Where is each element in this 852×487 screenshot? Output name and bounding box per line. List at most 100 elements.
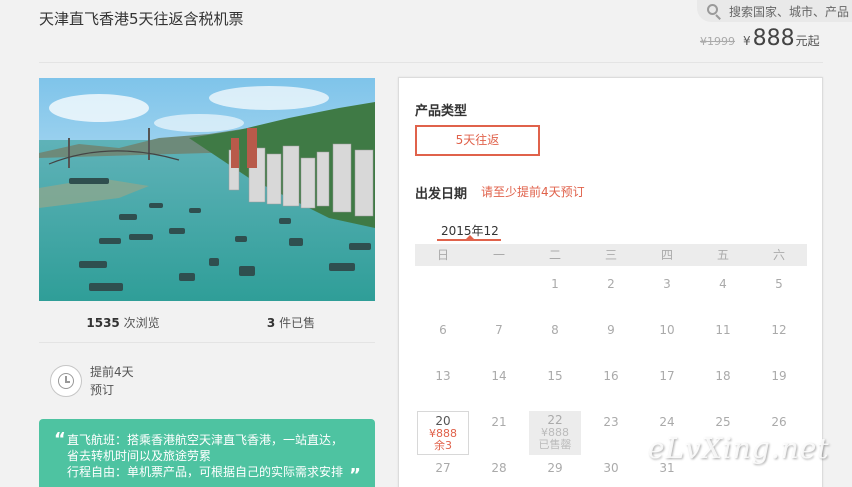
- product-photo: [39, 78, 375, 301]
- calendar-day[interactable]: 9: [585, 319, 637, 363]
- page-title: 天津直飞香港5天往返含税机票: [39, 10, 244, 28]
- day-remaining: 余3: [434, 439, 452, 452]
- weekday-label: 六: [772, 248, 785, 262]
- calendar-day-number: 4: [719, 277, 727, 291]
- calendar-day-number: 3: [663, 277, 671, 291]
- calendar-day-number: 14: [491, 369, 507, 383]
- calendar-day-number: 16: [603, 369, 619, 383]
- search-input[interactable]: 搜索国家、城市、产品: [729, 3, 849, 20]
- weekday-label: 一: [492, 248, 505, 262]
- calendar-day[interactable]: 12: [753, 319, 805, 363]
- calendar-day-number: 10: [659, 323, 675, 337]
- view-count: 1535 次浏览: [86, 316, 160, 330]
- feature-highlights: “ 直飞航班：搭乘香港航空天津直飞香港，一站直达， 省去转机时间以及旅途劳累 行…: [39, 419, 375, 487]
- original-price: ¥1999: [700, 35, 735, 48]
- calendar-day[interactable]: 19: [753, 365, 805, 409]
- calendar-day[interactable]: 4: [697, 273, 749, 317]
- calendar-day[interactable]: 11: [697, 319, 749, 363]
- calendar-day-soldout: 22 ¥888 已售罄: [529, 411, 581, 455]
- calendar-day[interactable]: 28: [473, 457, 525, 487]
- calendar-day-number: 23: [603, 415, 619, 429]
- feature-line: 行程自由：单机票产品，可根据自己的实际需求安排: [67, 465, 344, 479]
- calendar-day[interactable]: 27: [417, 457, 469, 487]
- product-type-label: 产品类型: [415, 104, 468, 119]
- calendar-day-number: 9: [607, 323, 615, 337]
- calendar-day-number: 26: [771, 415, 787, 429]
- feature-line: 直飞航班：搭乘香港航空天津直飞香港，一站直达，: [67, 433, 344, 447]
- advance-booking-text: 预订: [90, 383, 115, 397]
- departure-date-label: 出发日期: [415, 187, 468, 202]
- calendar-day[interactable]: 30: [585, 457, 637, 487]
- calendar-day-selected[interactable]: 20 ¥888 余3: [417, 411, 469, 455]
- calendar-day-number: 24: [659, 415, 675, 429]
- calendar-day-number: 28: [491, 461, 507, 475]
- calendar-day[interactable]: 6: [417, 319, 469, 363]
- month-caret-icon: [466, 235, 474, 239]
- calendar-weekday-header: 日 一 二 三 四 五 六: [415, 244, 807, 266]
- calendar-day[interactable]: 13: [417, 365, 469, 409]
- calendar-day-number: 6: [439, 323, 447, 337]
- current-price: 888: [752, 26, 795, 51]
- divider: [39, 62, 823, 63]
- stats-bar: 1535 次浏览 3 件已售: [39, 314, 375, 338]
- product-type-option[interactable]: 5天往返: [415, 125, 540, 156]
- open-quote: “: [54, 429, 66, 450]
- calendar-day[interactable]: 16: [585, 365, 637, 409]
- feature-line: 省去转机时间以及旅途劳累: [67, 449, 212, 463]
- calendar-day-number: 19: [771, 369, 787, 383]
- clock-icon: [50, 365, 82, 397]
- calendar-day[interactable]: 14: [473, 365, 525, 409]
- calendar-day-number: 20: [435, 414, 451, 428]
- calendar-day-number: 25: [715, 415, 731, 429]
- calendar-day-number: 22: [547, 413, 563, 427]
- advance-booking-info: 提前4天 预订: [50, 363, 134, 399]
- close-quote: ”: [349, 465, 361, 486]
- calendar-day-number: 15: [547, 369, 563, 383]
- calendar-day[interactable]: 10: [641, 319, 693, 363]
- currency-symbol: ¥: [743, 34, 751, 48]
- calendar-day-number: 11: [715, 323, 731, 337]
- calendar-day-number: 13: [435, 369, 451, 383]
- booking-hint: 请至少提前4天预订: [481, 185, 585, 199]
- search-box[interactable]: 搜索国家、城市、产品: [697, 0, 852, 22]
- calendar-day[interactable]: 1: [529, 273, 581, 317]
- calendar-day[interactable]: 21: [473, 411, 525, 455]
- weekday-label: 五: [716, 248, 729, 262]
- search-icon[interactable]: [707, 3, 722, 20]
- calendar-day-number: 21: [491, 415, 507, 429]
- calendar-day-number: 18: [715, 369, 731, 383]
- calendar-day-number: 2: [607, 277, 615, 291]
- price-suffix: 元起: [795, 34, 820, 48]
- month-tab-underline: [437, 239, 501, 241]
- calendar-day[interactable]: 7: [473, 319, 525, 363]
- calendar-day[interactable]: 18: [697, 365, 749, 409]
- calendar-day-number: 7: [495, 323, 503, 337]
- calendar-day[interactable]: 23: [585, 411, 637, 455]
- weekday-label: 日: [436, 248, 449, 262]
- booking-panel: 产品类型 5天往返 出发日期 请至少提前4天预订 2015年12 日 一 二 三…: [398, 77, 823, 487]
- weekday-label: 二: [548, 248, 561, 262]
- calendar-day[interactable]: 29: [529, 457, 581, 487]
- calendar-day-number: 1: [551, 277, 559, 291]
- price-block: ¥1999 ¥ 888 元起: [700, 26, 820, 51]
- calendar-day[interactable]: 17: [641, 365, 693, 409]
- calendar-day-number: 8: [551, 323, 559, 337]
- calendar-day[interactable]: 3: [641, 273, 693, 317]
- calendar-day-number: 27: [435, 461, 451, 475]
- weekday-label: 三: [604, 248, 617, 262]
- weekday-label: 四: [660, 248, 673, 262]
- calendar-day-number: 12: [771, 323, 787, 337]
- divider: [39, 342, 375, 343]
- calendar-day[interactable]: 15: [529, 365, 581, 409]
- calendar-day-number: 29: [547, 461, 563, 475]
- calendar-day[interactable]: 5: [753, 273, 805, 317]
- watermark: eLvXing.net: [648, 432, 830, 465]
- calendar-day-number: 17: [659, 369, 675, 383]
- calendar-day[interactable]: 8: [529, 319, 581, 363]
- calendar-day-number: 5: [775, 277, 783, 291]
- sold-count: 3 件已售: [266, 316, 316, 330]
- calendar-day-number: 30: [603, 461, 619, 475]
- calendar-day[interactable]: 2: [585, 273, 637, 317]
- day-status: 已售罄: [538, 438, 572, 451]
- advance-days-text: 提前4天: [90, 365, 134, 379]
